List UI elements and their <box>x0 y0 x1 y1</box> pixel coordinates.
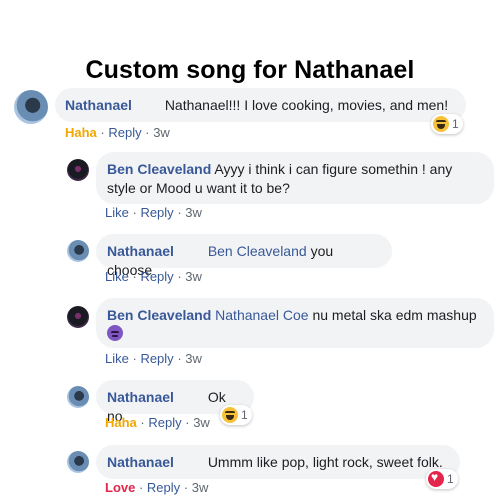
reaction-label[interactable]: Love <box>105 480 135 495</box>
devil-emoji-icon <box>107 325 123 341</box>
reaction-count-number: 1 <box>241 408 248 422</box>
avatar[interactable] <box>14 90 48 124</box>
reply-link[interactable]: Reply <box>140 205 173 220</box>
author-name[interactable]: Nathanael <box>65 97 132 113</box>
like-link[interactable]: Like <box>105 351 129 366</box>
comment-actions: Like · Reply · 3w <box>105 205 202 220</box>
timestamp[interactable]: 3w <box>193 415 210 430</box>
reaction-label[interactable]: Haha <box>105 415 137 430</box>
comment-actions: Haha · Reply · 3w <box>65 125 170 140</box>
author-name[interactable]: Ben Cleaveland <box>107 307 211 323</box>
mention-link[interactable]: Nathanael Coe <box>215 307 308 323</box>
reply-link[interactable]: Reply <box>147 480 180 495</box>
reaction-count[interactable]: 1 <box>426 469 458 489</box>
comment-text: Ummm like pop, light rock, sweet folk. <box>207 454 443 470</box>
timestamp[interactable]: 3w <box>185 351 202 366</box>
haha-emoji-icon <box>433 116 449 132</box>
mention-link[interactable]: Ben Cleaveland <box>208 243 307 259</box>
comment-text: nu metal ska edm mashup <box>312 307 477 323</box>
reaction-count-number: 1 <box>452 117 459 131</box>
comment-actions: Like · Reply · 3w <box>105 269 202 284</box>
haha-emoji-icon <box>222 407 238 423</box>
timestamp[interactable]: 3w <box>153 125 170 140</box>
comment-bubble: Ben Cleaveland Ayyy i think i can figure… <box>96 152 494 204</box>
avatar[interactable] <box>67 451 89 473</box>
reply-link[interactable]: Reply <box>108 125 141 140</box>
reaction-count-number: 1 <box>447 472 454 486</box>
avatar[interactable] <box>67 240 89 262</box>
author-name[interactable]: Nathanael <box>107 454 174 470</box>
comment-text-line2: style or Mood u want it to be? <box>107 180 290 196</box>
comment-actions: Haha · Reply · 3w <box>105 415 210 430</box>
love-heart-icon <box>428 470 444 487</box>
author-name[interactable]: Ben Cleaveland <box>107 161 211 177</box>
author-name[interactable]: Nathanael <box>107 389 174 405</box>
comment-bubble: Nathanael Ben Cleaveland you choose <box>96 234 392 278</box>
reaction-label[interactable]: Haha <box>65 125 97 140</box>
avatar[interactable] <box>67 159 89 181</box>
timestamp[interactable]: 3w <box>185 205 202 220</box>
reaction-count[interactable]: 1 <box>431 114 463 134</box>
comment-bubble: Nathanael Nathanael!!! I love cooking, m… <box>55 88 466 122</box>
timestamp[interactable]: 3w <box>192 480 209 495</box>
comment-text-line1: Ayyy i think i can figure somethin ! any <box>214 161 453 177</box>
reply-link[interactable]: Reply <box>140 351 173 366</box>
author-name[interactable]: Nathanael <box>107 243 174 259</box>
reaction-count[interactable]: 1 <box>220 405 252 425</box>
comment-actions: Like · Reply · 3w <box>105 351 202 366</box>
comment-actions: Love · Reply · 3w <box>105 480 209 495</box>
comment-bubble: Nathanael Ummm like pop, light rock, swe… <box>96 445 460 479</box>
reply-link[interactable]: Reply <box>148 415 181 430</box>
page-title: Custom song for Nathanael <box>85 56 415 84</box>
avatar[interactable] <box>67 386 89 408</box>
like-link[interactable]: Like <box>105 205 129 220</box>
timestamp[interactable]: 3w <box>185 269 202 284</box>
comment-text: Nathanael!!! I love cooking, movies, and… <box>164 97 449 113</box>
reply-link[interactable]: Reply <box>140 269 173 284</box>
comment-bubble: Ben Cleaveland Nathanael Coe nu metal sk… <box>96 298 494 348</box>
avatar[interactable] <box>67 306 89 328</box>
like-link[interactable]: Like <box>105 269 129 284</box>
